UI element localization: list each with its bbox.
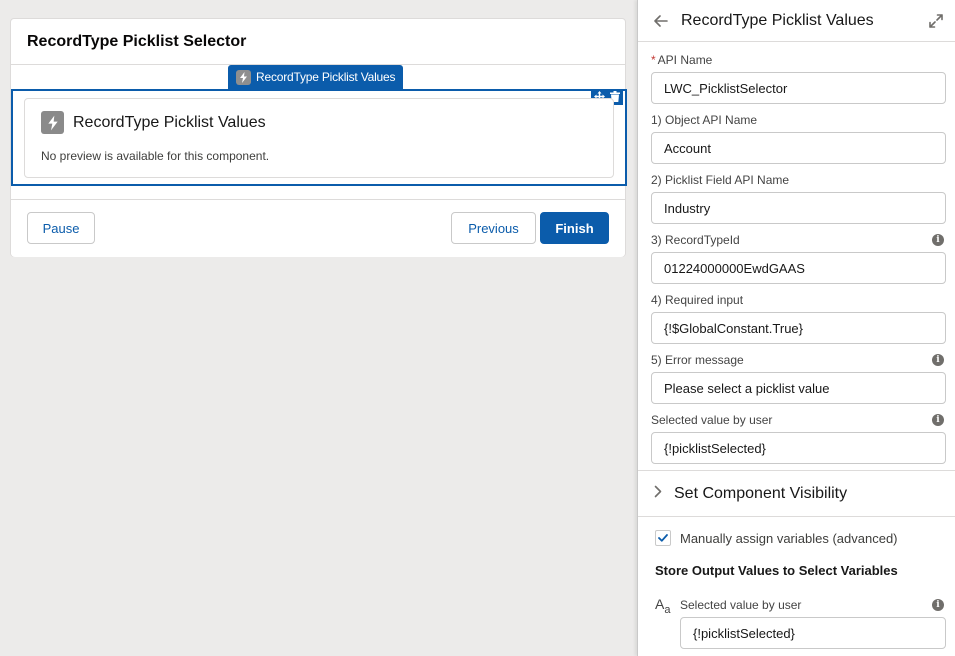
field-label: 3) RecordTypeId	[651, 233, 740, 247]
chevron-right-icon	[654, 485, 662, 503]
required-input-field: 4) Required input {!$GlobalConstant.True…	[651, 292, 946, 344]
picklist-field-label-row: 2) Picklist Field API Name	[651, 172, 946, 188]
panel-title: RecordType Picklist Values	[681, 11, 874, 29]
manual-assign-checkbox[interactable]	[655, 530, 671, 546]
selected-value-label-row: Selected value by user i	[651, 412, 946, 428]
error-message-field: 5) Error message i Please select a pickl…	[651, 352, 946, 404]
record-type-id-label-row: 3) RecordTypeId i	[651, 232, 946, 248]
error-message-label-row: 5) Error message i	[651, 352, 946, 368]
object-api-name-input[interactable]: Account	[651, 132, 946, 164]
lightning-bolt-icon	[41, 111, 64, 134]
output-variable-input[interactable]: {!picklistSelected}	[680, 617, 946, 649]
flow-canvas: RecordType Picklist Selector RecordType …	[0, 0, 637, 656]
info-icon[interactable]: i	[932, 599, 944, 611]
output-field-label-row: Selected value by user i	[680, 597, 946, 613]
panel-header: RecordType Picklist Values	[638, 0, 955, 42]
manual-assign-row: Manually assign variables (advanced)	[655, 530, 898, 546]
visibility-section-label: Set Component Visibility	[674, 484, 848, 502]
api-name-input[interactable]: LWC_PicklistSelector	[651, 72, 946, 104]
info-icon[interactable]: i	[932, 414, 944, 426]
screen-footer: Pause Previous Finish	[11, 199, 625, 257]
required-input-input[interactable]: {!$GlobalConstant.True}	[651, 312, 946, 344]
back-arrow-icon[interactable]	[654, 14, 668, 27]
selected-value-input[interactable]: {!picklistSelected}	[651, 432, 946, 464]
store-output-title: Store Output Values to Select Variables	[655, 563, 898, 578]
picklist-field-api-name-field: 2) Picklist Field API Name Industry	[651, 172, 946, 224]
field-label: API Name	[657, 53, 713, 67]
object-api-name-field: 1) Object API Name Account	[651, 112, 946, 164]
output-selected-value-field: Selected value by user i {!picklistSelec…	[680, 597, 946, 649]
component-tab[interactable]: RecordType Picklist Values	[228, 65, 404, 89]
record-type-id-input[interactable]: 01224000000EwdGAAS	[651, 252, 946, 284]
record-type-id-field: 3) RecordTypeId i 01224000000EwdGAAS	[651, 232, 946, 284]
field-label: Selected value by user	[680, 598, 802, 612]
preview-message: No preview is available for this compone…	[41, 149, 270, 163]
lightning-bolt-icon	[236, 69, 251, 85]
selected-value-field: Selected value by user i {!picklistSelec…	[651, 412, 946, 464]
field-label: Selected value by user	[651, 413, 773, 427]
component-title-row: RecordType Picklist Values	[41, 111, 266, 134]
previous-button[interactable]: Previous	[451, 212, 536, 244]
pause-button[interactable]: Pause	[27, 212, 95, 244]
api-name-label-row: * API Name	[651, 52, 946, 68]
selected-component[interactable]: RecordType Picklist Values No preview is…	[11, 89, 627, 186]
screen-title: RecordType Picklist Selector	[11, 19, 625, 65]
expand-icon[interactable]	[929, 13, 943, 28]
finish-button[interactable]: Finish	[540, 212, 609, 244]
api-name-field: * API Name LWC_PicklistSelector	[651, 52, 946, 104]
component-tab-label: RecordType Picklist Values	[256, 70, 396, 84]
object-api-name-label-row: 1) Object API Name	[651, 112, 946, 128]
screen-card: RecordType Picklist Selector RecordType …	[10, 18, 627, 257]
field-label: 2) Picklist Field API Name	[651, 173, 790, 187]
text-type-icon: Aa	[655, 596, 671, 616]
component-title: RecordType Picklist Values	[73, 113, 266, 131]
error-message-input[interactable]: Please select a picklist value	[651, 372, 946, 404]
info-icon[interactable]: i	[932, 234, 944, 246]
required-input-label-row: 4) Required input	[651, 292, 946, 308]
info-icon[interactable]: i	[932, 354, 944, 366]
component-preview-card: RecordType Picklist Values No preview is…	[24, 98, 614, 178]
properties-panel: RecordType Picklist Values * API Name LW…	[637, 0, 955, 656]
component-visibility-section[interactable]: Set Component Visibility	[638, 470, 955, 517]
manual-assign-label: Manually assign variables (advanced)	[680, 530, 898, 546]
required-asterisk: *	[651, 53, 656, 67]
field-label: 4) Required input	[651, 293, 744, 307]
picklist-field-api-name-input[interactable]: Industry	[651, 192, 946, 224]
field-label: 1) Object API Name	[651, 113, 758, 127]
field-label: 5) Error message	[651, 353, 744, 367]
